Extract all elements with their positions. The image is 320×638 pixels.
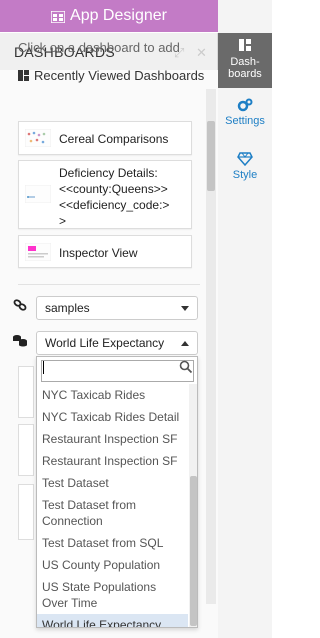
dataset-option[interactable]: US County Population [37,554,188,576]
recent-dashboard-label: Inspector View [59,246,138,260]
recent-dashboards-heading: Recently Viewed Dashboards [18,68,204,83]
app-grid-icon [50,10,66,24]
dashboard-thumbnail [24,184,52,204]
tab-dashboards-label: Dash- boards [228,56,262,80]
tab-dashboards[interactable]: Dash- boards [210,33,272,105]
divider [18,284,200,285]
dataset-select[interactable]: World Life Expectancy [36,331,198,355]
datasets-icon [12,333,28,352]
dropdown-scrollbar[interactable] [189,384,197,627]
chevron-up-icon [181,341,189,346]
app-title: App Designer [70,7,167,24]
recent-dashboard-card[interactable]: Inspector View [18,235,192,268]
dataset-option-selected[interactable]: World Life Expectancy [37,614,188,627]
tab-settings[interactable]: Settings [218,98,272,134]
diamond-icon [218,152,272,169]
connection-select[interactable]: samples [36,296,198,320]
dataset-option[interactable]: Test Dataset from Connection [37,494,188,532]
add-dashboard-hint: Click on a dashboard to add [18,40,180,55]
tab-settings-label: Settings [225,115,265,127]
dashboard-thumbnail [24,128,52,148]
dataset-dropdown: NYC Taxicab Rides NYC Taxicab Rides Deta… [36,356,198,628]
recent-dashboard-label: Cereal Comparisons [59,132,169,146]
search-icon [179,360,193,379]
dataset-option[interactable]: NYC Taxicab Rides Detail [37,406,188,428]
app-designer-header: App Designer [0,0,218,32]
side-rail: Dash- boards Settings Style [210,0,272,638]
recent-dashboard-card[interactable]: Cereal Comparisons [18,121,192,155]
dataset-option[interactable]: NYC Taxicab Rides [37,384,188,406]
recent-dashboard-label: Deficiency Details: <<county:Queens>> <<… [59,166,170,228]
dataset-option[interactable]: Restaurant Inspection SF [37,428,188,450]
dataset-option[interactable]: Restaurant Inspection SF [37,450,188,472]
chevron-down-icon [181,306,189,311]
recent-dashboard-card[interactable]: Deficiency Details: <<county:Queens>> <<… [18,160,192,229]
tab-style[interactable]: Style [218,152,272,188]
close-icon[interactable]: ✕ [196,45,207,61]
dashboards-icon [18,70,29,81]
dataset-search-input[interactable] [41,360,194,382]
dataset-option[interactable]: Test Dataset [37,472,188,494]
dashboard-thumbnail [24,242,52,262]
dataset-card[interactable] [18,424,34,476]
dataset-card[interactable] [18,366,34,418]
link-icon [13,298,27,316]
dataset-options: NYC Taxicab Rides NYC Taxicab Rides Deta… [37,384,188,627]
dataset-select-value: World Life Expectancy [45,336,165,350]
dataset-option[interactable]: Test Dataset from SQL [37,532,188,554]
tab-style-label: Style [232,169,258,181]
dataset-card[interactable] [18,484,34,540]
dataset-option[interactable]: US State Populations Over Time [37,576,188,614]
connection-select-value: samples [45,301,90,315]
dashboards-icon [218,39,272,54]
panel-scrollbar[interactable] [206,89,216,604]
gears-icon [218,98,272,115]
text-cursor [43,361,44,374]
recent-title-label: Recently Viewed Dashboards [34,68,205,83]
